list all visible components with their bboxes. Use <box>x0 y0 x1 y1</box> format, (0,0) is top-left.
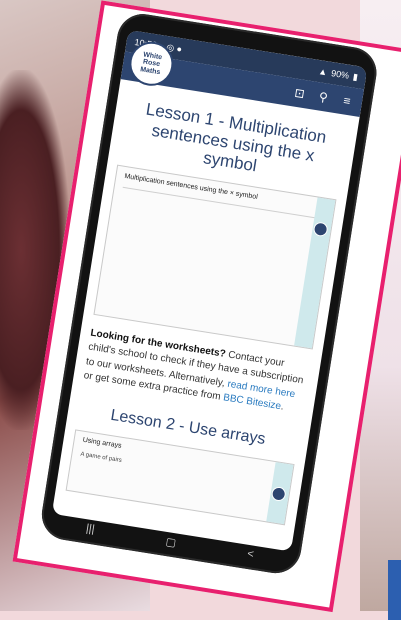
search-icon[interactable]: ⚲ <box>315 89 331 105</box>
lesson1-worksheet-preview[interactable]: Multiplication sentences using the × sym… <box>93 164 337 350</box>
signal-icon: ▲ <box>317 66 329 78</box>
battery-icon: ▮ <box>352 71 359 82</box>
nav-home-icon[interactable]: ▢ <box>165 534 177 548</box>
worksheets-info-text3: . <box>280 401 285 413</box>
nav-recent-icon[interactable]: ||| <box>85 522 95 535</box>
nav-back-icon[interactable]: < <box>246 548 254 561</box>
sheet-side-bar <box>294 197 336 349</box>
battery-level: 90% <box>330 68 350 81</box>
page-content: Lesson 1 - Multiplication sentences usin… <box>56 79 360 526</box>
menu-icon[interactable]: ≡ <box>339 93 355 109</box>
background-blue-strip <box>388 560 401 620</box>
shop-icon[interactable]: ⊡ <box>292 85 308 101</box>
